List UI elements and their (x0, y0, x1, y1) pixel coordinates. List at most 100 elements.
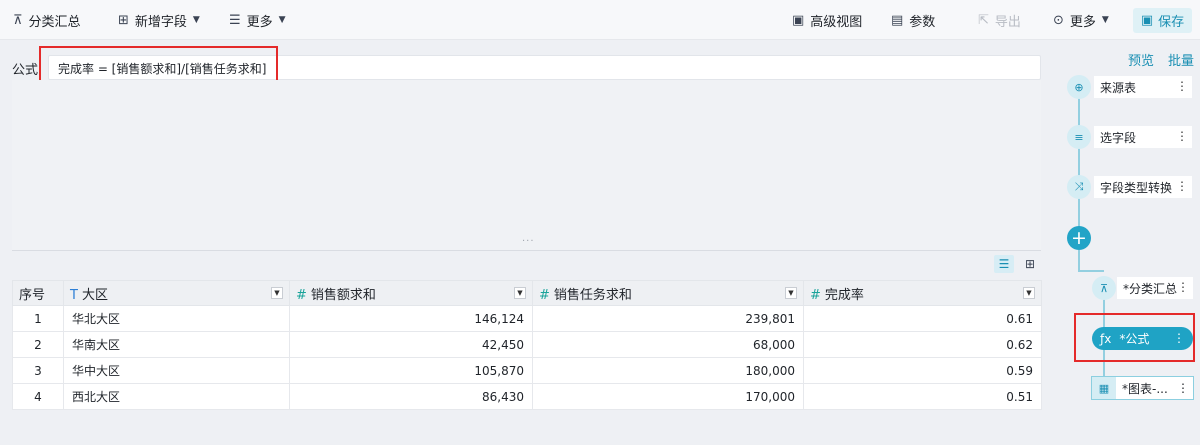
params-icon: ▤ (891, 12, 904, 28)
cell-region: 华中大区 (63, 357, 290, 384)
flow-node-source-table[interactable]: 来源表 ⋮ (1094, 76, 1192, 98)
new-field-button[interactable]: ⊞ 新增字段 ▼ (118, 0, 200, 40)
panel-splitter[interactable] (12, 250, 1041, 251)
top-toolbar: ⊼ 分类汇总 ⊞ 新增字段 ▼ ☰ 更多 ▼ ▣ 高级视图 ▤ 参数 ⇱ 导出 … (0, 0, 1200, 40)
params-button[interactable]: ▤ 参数 (891, 0, 935, 40)
node-label: 来源表 (1100, 80, 1137, 95)
cell-target: 170,000 (532, 383, 804, 410)
cell-completion: 0.51 (803, 383, 1042, 410)
table-row: 1 华北大区 146,124 239,801 0.61 (12, 305, 1042, 332)
group-summary-label: 分类汇总 (28, 14, 81, 30)
add-field-icon: ⊞ (118, 12, 129, 28)
column-dropdown-icon[interactable]: ▼ (1023, 287, 1035, 299)
column-header-target[interactable]: # 销售任务求和 ▼ (532, 280, 804, 306)
caret-down-icon: ▼ (1101, 15, 1109, 25)
text-type-icon: T (70, 287, 78, 303)
kebab-menu-icon[interactable]: ⋮ (1176, 79, 1188, 93)
table-row: 2 华南大区 42,450 68,000 0.62 (12, 331, 1042, 358)
export-label: 导出 (994, 14, 1021, 30)
kebab-menu-icon[interactable]: ⋮ (1177, 280, 1189, 294)
resize-grip-icon[interactable]: ··· (522, 236, 535, 247)
flow-connector (1078, 98, 1080, 228)
cell-region: 华北大区 (63, 305, 290, 332)
column-header-index: 序号 (12, 280, 64, 306)
cell-sales: 86,430 (289, 383, 533, 410)
add-step-plus-icon[interactable]: + (1067, 226, 1091, 250)
data-table: 序号 T 大区 ▼ # 销售额求和 ▼ # 销售任务求和 ▼ # 完成率 ▼ 1 华北大… (12, 280, 1042, 410)
column-header-completion[interactable]: # 完成率 ▼ (803, 280, 1042, 306)
table-row: 4 西北大区 86,430 170,000 0.51 (12, 383, 1042, 410)
kebab-menu-icon[interactable]: ⋮ (1176, 129, 1188, 143)
flow-node-select-fields[interactable]: 选字段 ⋮ (1094, 126, 1192, 148)
node-label: 选字段 (1100, 130, 1137, 145)
save-button[interactable]: ▣ 保存 (1133, 8, 1192, 33)
hierarchy-icon: ⊼ (13, 12, 23, 28)
caret-down-icon: ▼ (278, 15, 286, 25)
more-menu-right[interactable]: ⊙ 更多 ▼ (1053, 0, 1109, 40)
shuffle-icon: ⤨ (1067, 175, 1091, 199)
number-type-icon: # (539, 287, 550, 303)
cell-target: 239,801 (532, 305, 804, 332)
cell-completion: 0.61 (803, 305, 1042, 332)
number-type-icon: # (296, 287, 307, 303)
save-icon: ▣ (1140, 13, 1154, 28)
target-icon: ⊕ (1067, 75, 1091, 99)
flow-connector (1078, 250, 1080, 270)
column-header-region[interactable]: T 大区 ▼ (63, 280, 290, 306)
cell-sales: 105,870 (289, 357, 533, 384)
cell-region: 西北大区 (63, 383, 290, 410)
flow-connector (1078, 270, 1104, 272)
list-icon: ☰ (229, 12, 241, 28)
cell-target: 68,000 (532, 331, 804, 358)
cell-index: 3 (12, 357, 64, 384)
preview-link[interactable]: 预览 (1128, 50, 1154, 69)
number-type-icon: # (810, 287, 821, 303)
grid-view-toggle-icon[interactable]: ⊞ (1020, 255, 1040, 273)
highlight-box-formula-node (1074, 313, 1195, 362)
save-label: 保存 (1158, 15, 1185, 30)
cell-index: 1 (12, 305, 64, 332)
group-summary-button[interactable]: ⊼ 分类汇总 (13, 0, 81, 40)
batch-link[interactable]: 批量 (1168, 50, 1194, 69)
cell-completion: 0.62 (803, 331, 1042, 358)
cell-index: 4 (12, 383, 64, 410)
hierarchy-icon: ⊼ (1092, 276, 1116, 300)
column-dropdown-icon[interactable]: ▼ (514, 287, 526, 299)
node-label: *分类汇总 (1123, 281, 1178, 296)
params-label: 参数 (909, 14, 936, 30)
flow-node-chart[interactable]: ▦ *图表-... ⋮ (1091, 376, 1194, 400)
node-label: 字段类型转换 (1100, 180, 1173, 195)
cell-target: 180,000 (532, 357, 804, 384)
cell-completion: 0.59 (803, 357, 1042, 384)
cell-region: 华南大区 (63, 331, 290, 358)
caret-down-icon: ▼ (192, 15, 200, 25)
select-fields-icon: ≡ (1067, 125, 1091, 149)
more-right-label: 更多 (1069, 14, 1096, 30)
flow-node-type-conversion[interactable]: 字段类型转换 ⋮ (1094, 176, 1192, 198)
flow-node-group-summary[interactable]: *分类汇总 ⋮ (1117, 277, 1193, 299)
ellipsis-circle-icon: ⊙ (1053, 12, 1064, 28)
column-dropdown-icon[interactable]: ▼ (785, 287, 797, 299)
more-menu-left[interactable]: ☰ 更多 ▼ (229, 0, 286, 40)
formula-label: 公式 (12, 63, 39, 78)
more-left-label: 更多 (246, 14, 273, 30)
node-label: *图表-... (1122, 381, 1168, 396)
formula-editor-area[interactable] (12, 80, 1041, 250)
advanced-view-label: 高级视图 (810, 14, 863, 30)
export-icon: ⇱ (978, 12, 989, 28)
table-row: 3 华中大区 105,870 180,000 0.59 (12, 357, 1042, 384)
column-dropdown-icon[interactable]: ▼ (271, 287, 283, 299)
kebab-menu-icon[interactable]: ⋮ (1176, 179, 1188, 193)
kebab-menu-icon[interactable]: ⋮ (1177, 381, 1189, 395)
cell-sales: 42,450 (289, 331, 533, 358)
column-header-sales[interactable]: # 销售额求和 ▼ (289, 280, 533, 306)
cell-sales: 146,124 (289, 305, 533, 332)
advanced-view-button[interactable]: ▣ 高级视图 (792, 0, 862, 40)
export-button[interactable]: ⇱ 导出 (978, 0, 1021, 40)
table-icon: ▦ (1092, 377, 1116, 399)
cell-index: 2 (12, 331, 64, 358)
new-field-label: 新增字段 (134, 14, 187, 30)
view-icon: ▣ (792, 12, 805, 28)
table-view-toggle-icon[interactable]: ☰ (994, 255, 1014, 273)
table-header-row: 序号 T 大区 ▼ # 销售额求和 ▼ # 销售任务求和 ▼ # 完成率 ▼ (12, 280, 1042, 306)
